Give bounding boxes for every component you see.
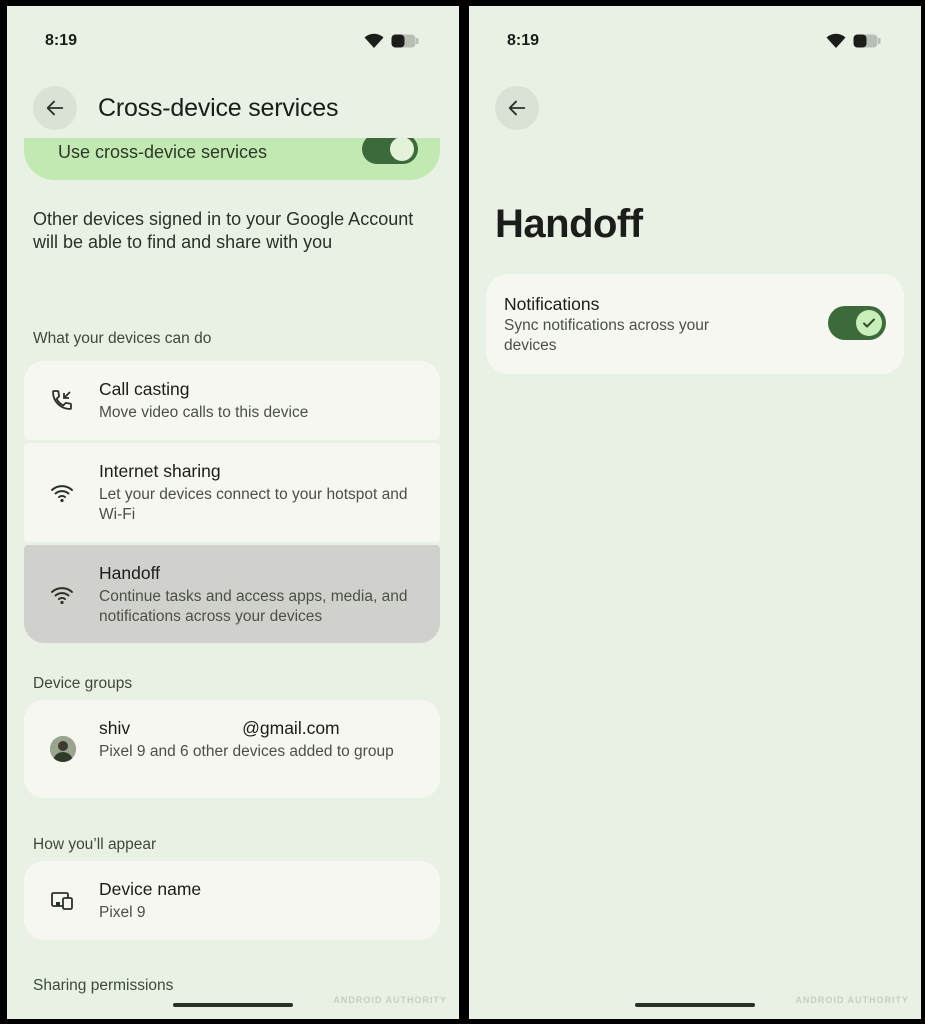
item-subtitle: Pixel 9 bbox=[99, 904, 146, 921]
gesture-nav-handle[interactable] bbox=[173, 1003, 293, 1007]
item-subtitle: Let your devices connect to your hotspot… bbox=[99, 486, 408, 523]
list-item-internet-sharing[interactable]: Internet sharing Let your devices connec… bbox=[24, 443, 440, 542]
description-text: Other devices signed in to your Google A… bbox=[33, 209, 414, 252]
notifications-toggle[interactable] bbox=[828, 306, 886, 340]
item-subtitle: Continue tasks and access apps, media, a… bbox=[99, 588, 408, 625]
cross-device-services-screen: 8:19 Use cross-device services Other dev… bbox=[7, 6, 459, 1019]
status-bar: 8:19 bbox=[469, 6, 921, 76]
list-item-device-group[interactable]: shiv @gmail.com Pixel 9 and 6 other devic… bbox=[24, 700, 440, 798]
check-icon bbox=[863, 318, 875, 328]
setting-subtitle: Sync notifications across your devices bbox=[504, 317, 710, 354]
item-title: Call casting bbox=[99, 379, 190, 399]
status-bar: 8:19 bbox=[7, 6, 459, 76]
arrow-back-icon bbox=[508, 100, 526, 116]
item-title: Device name bbox=[99, 879, 202, 899]
back-button[interactable] bbox=[33, 86, 77, 130]
list-item-call-casting[interactable]: Call casting Move video calls to this de… bbox=[24, 361, 440, 440]
avatar bbox=[50, 736, 76, 762]
section-label-sharing: Sharing permissions bbox=[33, 977, 174, 994]
wifi-status-icon bbox=[364, 33, 384, 48]
wifi-status-icon bbox=[826, 33, 846, 48]
item-subtitle: Move video calls to this device bbox=[99, 404, 309, 421]
section-label-appearance: How you’ll appear bbox=[33, 836, 157, 853]
page-title: Cross-device services bbox=[98, 94, 339, 122]
item-title: Handoff bbox=[99, 563, 160, 583]
wifi-icon bbox=[51, 587, 73, 605]
master-toggle[interactable] bbox=[362, 138, 418, 164]
toggle-knob bbox=[856, 310, 882, 336]
status-clock: 8:19 bbox=[507, 32, 540, 49]
gesture-nav-handle[interactable] bbox=[635, 1003, 755, 1007]
redaction-bar bbox=[130, 721, 243, 738]
wifi-icon bbox=[51, 485, 73, 503]
section-label-device-groups: Device groups bbox=[33, 675, 133, 692]
devices-icon bbox=[51, 892, 73, 910]
setting-title: Notifications bbox=[504, 294, 600, 314]
status-clock: 8:19 bbox=[45, 32, 78, 49]
handoff-screen: 8:19 Handoff Notifications Sync notifica… bbox=[469, 6, 921, 1019]
battery-icon bbox=[391, 34, 419, 48]
battery-icon bbox=[853, 34, 881, 48]
watermark: ANDROID AUTHORITY bbox=[795, 995, 909, 1005]
master-switch-label: Use cross-device services bbox=[58, 142, 268, 162]
list-item-handoff[interactable]: Handoff Continue tasks and access apps, … bbox=[24, 545, 440, 643]
master-switch-card[interactable]: Use cross-device services bbox=[24, 138, 440, 180]
watermark: ANDROID AUTHORITY bbox=[333, 995, 447, 1005]
page-title: Handoff bbox=[495, 202, 643, 246]
section-label-capabilities: What your devices can do bbox=[33, 330, 212, 347]
list-item-device-name[interactable]: Device name Pixel 9 bbox=[24, 861, 440, 940]
item-subtitle: Pixel 9 and 6 other devices added to gro… bbox=[99, 743, 394, 760]
back-button[interactable] bbox=[495, 86, 539, 130]
notifications-setting-card[interactable]: Notifications Sync notifications across … bbox=[486, 274, 904, 374]
settings-scroll-area[interactable]: Use cross-device services Other devices … bbox=[7, 138, 459, 1019]
toggle-knob bbox=[390, 138, 414, 161]
arrow-back-icon bbox=[46, 100, 64, 116]
call-casting-icon bbox=[52, 390, 72, 410]
account-email: shiv @gmail.com bbox=[99, 718, 340, 738]
item-title: Internet sharing bbox=[99, 461, 221, 481]
